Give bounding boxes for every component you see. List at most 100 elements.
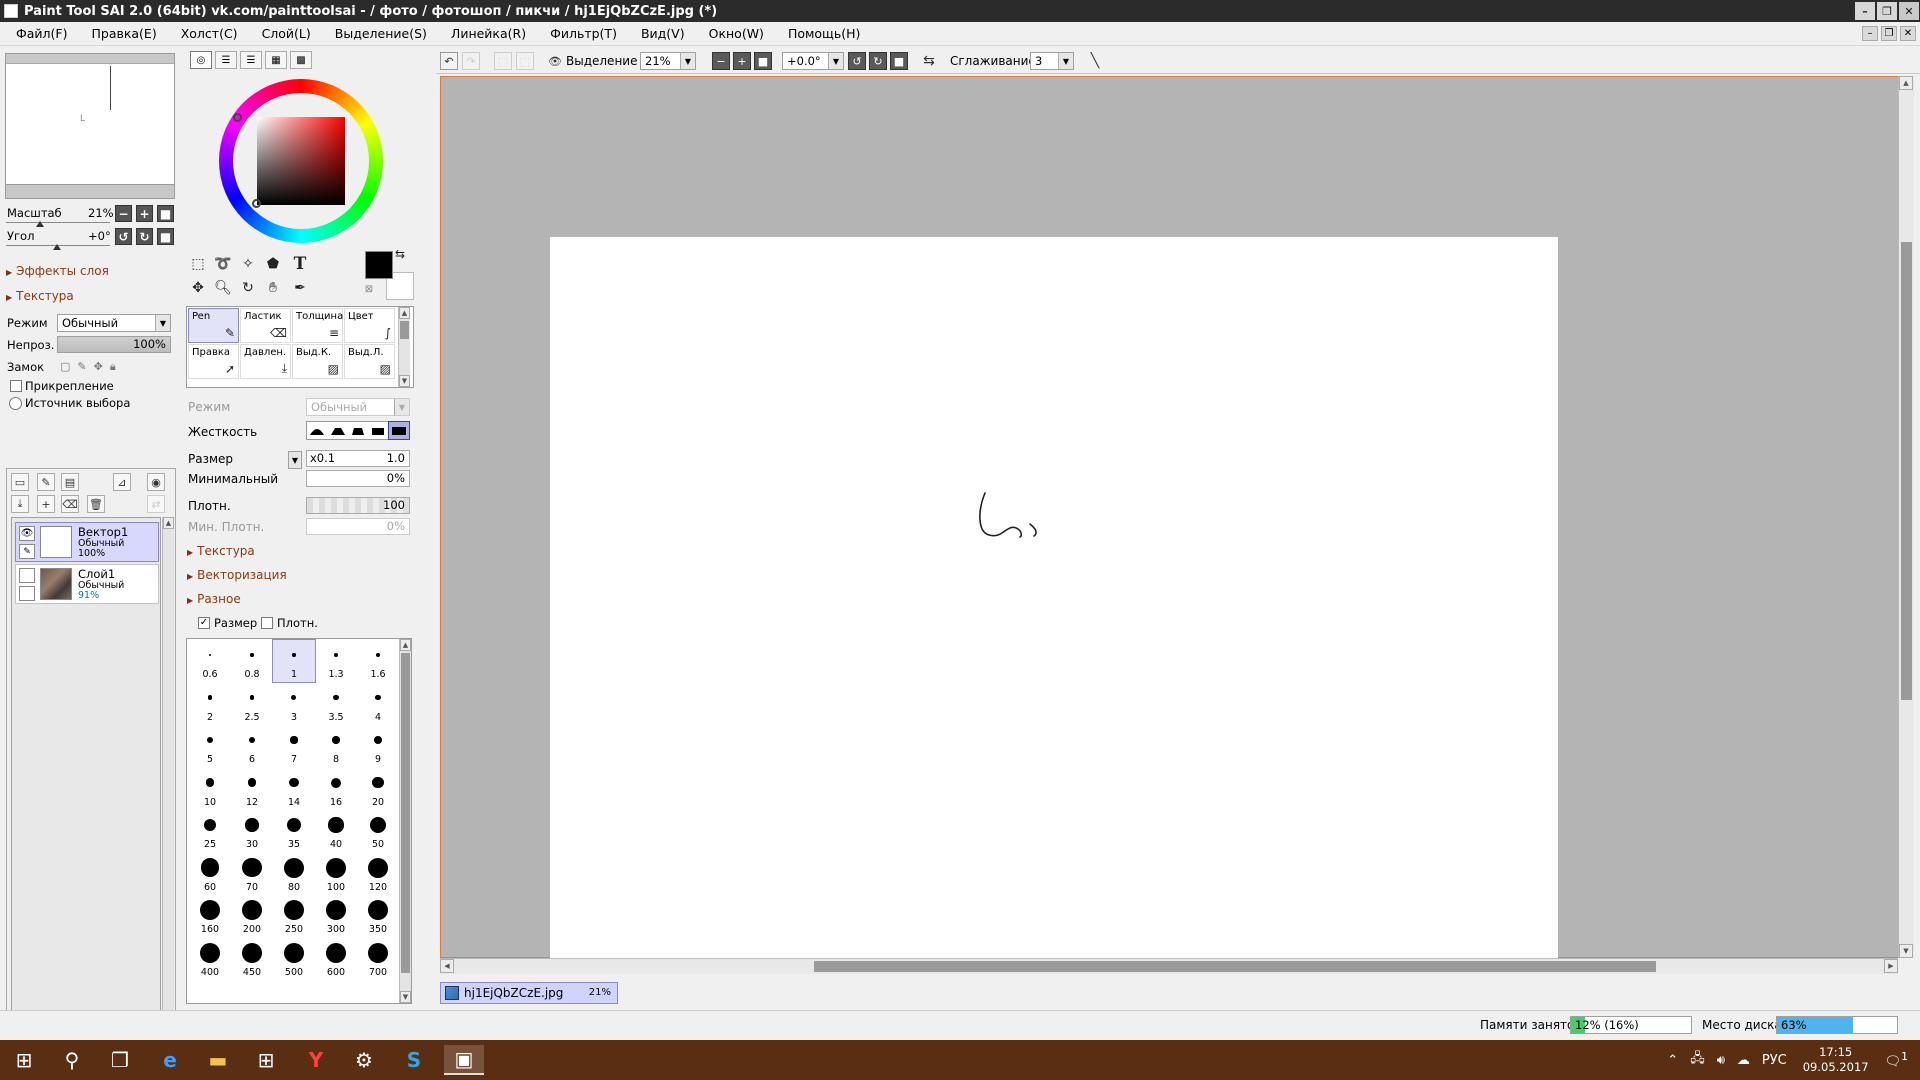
rotate-right-button[interactable]: ↻: [136, 228, 153, 245]
brush-size-preset[interactable]: 25: [189, 810, 231, 852]
visibility-toggle[interactable]: [19, 568, 35, 583]
brush-size-preset[interactable]: 450: [231, 938, 273, 980]
line-tool-icon[interactable]: ╲: [1086, 52, 1104, 70]
brush-size-preset[interactable]: 30: [231, 810, 273, 852]
selection-source-radio[interactable]: [9, 397, 22, 410]
hardness-hard-icon[interactable]: [368, 422, 388, 439]
close-button[interactable]: ✕: [1899, 2, 1919, 20]
swap-colors-icon[interactable]: ⇆: [392, 246, 408, 262]
brush-size-preset[interactable]: 14: [273, 768, 315, 810]
brush-size-preset[interactable]: 700: [357, 938, 399, 980]
app-tray-icon[interactable]: ☁︎: [1737, 1053, 1750, 1068]
brush-edit[interactable]: Правка ➚: [188, 344, 239, 379]
text-icon[interactable]: T: [289, 253, 311, 275]
brush-size-preset[interactable]: 4: [357, 683, 399, 725]
pen-icon[interactable]: ✎: [19, 544, 35, 559]
lock-paint-icon[interactable]: ✎: [77, 360, 86, 374]
scale-slider[interactable]: [6, 222, 110, 223]
zoom-icon[interactable]: 🔍︎: [212, 277, 234, 299]
brush-color[interactable]: Цвет ∫: [344, 308, 395, 343]
brush-grid-scrollbar[interactable]: ▲ ▼: [398, 307, 410, 387]
brush-size-preset[interactable]: 7: [273, 725, 315, 767]
task-view-icon[interactable]: ❐: [100, 1045, 140, 1075]
vectorization-section[interactable]: ▶ Векторизация: [187, 568, 287, 582]
new-layer-icon[interactable]: ▭: [11, 473, 29, 491]
lock-all-icon[interactable]: 🔒︎: [110, 360, 116, 374]
brush-size-preset[interactable]: 0.8: [231, 640, 273, 682]
menu-ruler[interactable]: Линейка(R): [439, 26, 538, 41]
misc-section[interactable]: ▶ Разное: [187, 592, 241, 606]
brush-size-preset[interactable]: 160: [189, 895, 231, 937]
size-presets-scrollbar[interactable]: ▲ ▼: [399, 639, 411, 1003]
scroll-thumb[interactable]: [401, 653, 410, 973]
hardness-medium-icon[interactable]: [327, 422, 347, 439]
add-layer-icon[interactable]: +: [37, 495, 55, 513]
redo-icon[interactable]: ↷: [462, 52, 480, 70]
brush-size-preset[interactable]: 200: [231, 895, 273, 937]
search-icon[interactable]: ⚲: [52, 1045, 92, 1075]
menu-view[interactable]: Вид(V): [629, 26, 697, 41]
brush-size-preset[interactable]: 120: [357, 853, 399, 895]
size-preset-checkbox[interactable]: ✓: [198, 617, 210, 629]
merge-down-icon[interactable]: ⤓: [11, 495, 29, 513]
clock[interactable]: 17:15 09.05.2017: [1803, 1045, 1869, 1075]
menu-file[interactable]: Файл(F): [0, 26, 79, 41]
notifications-icon[interactable]: 🗨︎1: [1885, 1050, 1908, 1069]
doc-close-button[interactable]: ✕: [1900, 26, 1916, 41]
layer-list-scrollbar[interactable]: ▲ ▼: [162, 517, 174, 1029]
zoom-reset-button[interactable]: ■: [157, 205, 174, 222]
clear-layer-icon[interactable]: ⌫: [61, 495, 79, 513]
brush-size-preset[interactable]: 2.5: [231, 683, 273, 725]
edge-browser-icon[interactable]: e: [150, 1045, 190, 1075]
undo-icon[interactable]: ↶: [440, 52, 458, 70]
rgb-slider-tab[interactable]: ☰: [215, 51, 237, 69]
rotation-select[interactable]: +0.0° ▼: [782, 52, 844, 70]
scroll-down-icon[interactable]: ▼: [400, 991, 411, 1003]
color-wheel-tab[interactable]: ◎: [190, 51, 212, 69]
sv-marker[interactable]: [252, 199, 261, 208]
rotate-left-button[interactable]: ↺: [848, 52, 866, 70]
hand-icon[interactable]: ✋︎: [262, 277, 284, 299]
zoom-in-button[interactable]: +: [733, 52, 751, 70]
doc-minimize-button[interactable]: –: [1862, 26, 1878, 41]
scroll-thumb[interactable]: [814, 961, 1656, 972]
brush-texture-section[interactable]: ▶ Текстура: [187, 544, 255, 558]
zoom-out-button[interactable]: −: [115, 205, 132, 222]
shape-icon[interactable]: ⬟: [262, 253, 284, 275]
menu-help[interactable]: Помощь(H): [776, 26, 872, 41]
brush-thickness[interactable]: Толщина ≡: [292, 308, 343, 343]
volume-icon[interactable]: 🔊︎: [1717, 1053, 1725, 1068]
scroll-down-icon[interactable]: ▼: [1899, 944, 1913, 958]
scroll-down-icon[interactable]: ▼: [399, 375, 410, 387]
start-icon[interactable]: ⊞: [4, 1045, 44, 1075]
brush-size-preset[interactable]: 350: [357, 895, 399, 937]
brush-size-preset[interactable]: 5: [189, 725, 231, 767]
minimize-button[interactable]: –: [1855, 2, 1875, 20]
hardness-firm-icon[interactable]: [348, 422, 368, 439]
ruler-layer-icon[interactable]: ⊿: [113, 473, 131, 491]
layer-row[interactable]: Слой1 Обычный 91%: [15, 564, 159, 604]
doc-restore-button[interactable]: ❐: [1881, 26, 1897, 41]
scroll-up-icon[interactable]: ▲: [1899, 76, 1913, 90]
menu-filter[interactable]: Фильтр(T): [538, 26, 629, 41]
rotate-left-button[interactable]: ↺: [115, 228, 132, 245]
foreground-color-swatch[interactable]: [365, 251, 393, 279]
brush-size-preset[interactable]: 2: [189, 683, 231, 725]
brush-size-preset[interactable]: 80: [273, 853, 315, 895]
scroll-up-icon[interactable]: ▲: [163, 517, 174, 529]
brush-size-preset[interactable]: 1.3: [315, 640, 357, 682]
language-indicator[interactable]: РУС: [1762, 1053, 1787, 1068]
painttool-sai-icon[interactable]: ▣: [444, 1045, 484, 1075]
rect-select-icon[interactable]: ⬚: [187, 253, 209, 275]
palette-tab[interactable]: ▩: [290, 51, 312, 69]
eye-icon[interactable]: 👁︎: [19, 526, 35, 541]
brush-size-preset[interactable]: 600: [315, 938, 357, 980]
rotate-reset-button[interactable]: ■: [157, 228, 174, 245]
layer-mask-icon[interactable]: ◉: [147, 473, 165, 491]
menu-canvas[interactable]: Холст(C): [169, 26, 250, 41]
document-tab[interactable]: hj1EjQbZCzE.jpg 21%: [440, 982, 618, 1004]
scroll-up-icon[interactable]: ▲: [400, 639, 411, 651]
hardness-soft-icon[interactable]: [307, 422, 327, 439]
menu-selection[interactable]: Выделение(S): [323, 26, 439, 41]
color-wheel[interactable]: [219, 79, 383, 243]
